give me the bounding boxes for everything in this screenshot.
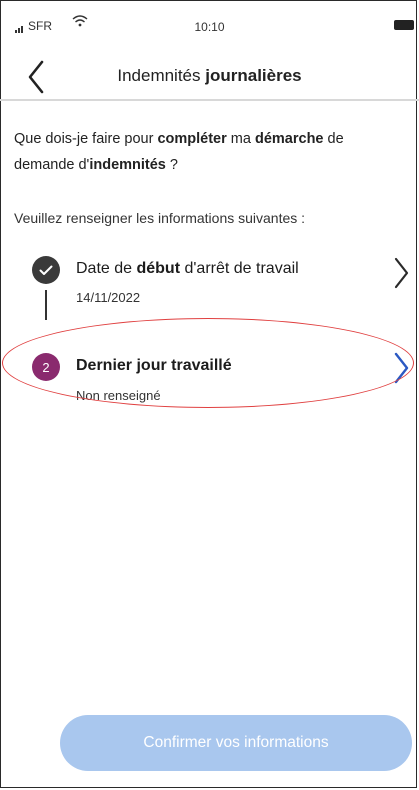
status-bar: SFR 10:10 xyxy=(0,0,419,56)
page-title-prefix: Indemnités xyxy=(117,66,206,85)
question-bold: indemnités xyxy=(89,157,166,173)
question-part: ma xyxy=(226,131,255,147)
step-subtitle: 14/11/2022 xyxy=(76,290,141,305)
step-connector xyxy=(45,290,47,320)
status-time: 10:10 xyxy=(194,20,225,34)
step-title: Date de début d'arrêt de travail xyxy=(76,260,299,278)
step-last-day-worked[interactable]: 2 Dernier jour travaillé Non renseigné xyxy=(0,350,419,403)
question-text: Que dois-je faire pour compléter ma déma… xyxy=(14,126,409,178)
step-start-date[interactable]: Date de début d'arrêt de travail 14/11/2… xyxy=(0,250,419,305)
question-part: ? xyxy=(165,157,178,173)
page-title-bold: journalières xyxy=(205,66,302,85)
step-number-badge: 2 xyxy=(32,353,60,381)
chevron-right-icon xyxy=(394,257,409,289)
step-subtitle: Non renseigné xyxy=(76,388,161,403)
nav-bar: Indemnités journalières xyxy=(0,56,419,100)
check-icon xyxy=(39,265,53,275)
question-bold: démarche xyxy=(254,131,324,147)
nav-divider xyxy=(0,99,419,101)
chevron-right-icon xyxy=(394,352,409,384)
step-title: Dernier jour travaillé xyxy=(76,357,232,374)
battery-icon xyxy=(394,20,414,30)
step-title-bold: début xyxy=(136,260,181,277)
question-bold: compléter xyxy=(157,131,227,147)
step-title-prefix: Date de xyxy=(76,260,137,277)
question-part: Que dois-je faire pour xyxy=(14,131,158,147)
intro-text: Veuillez renseigner les informations sui… xyxy=(14,210,306,226)
confirm-button[interactable]: Confirmer vos informations xyxy=(60,715,412,771)
page-title: Indemnités journalières xyxy=(0,66,419,86)
question-part: de xyxy=(323,131,344,147)
question-part: demande d' xyxy=(14,157,90,173)
step-done-badge xyxy=(32,256,60,284)
step-title-suffix: d'arrêt de travail xyxy=(180,260,299,277)
